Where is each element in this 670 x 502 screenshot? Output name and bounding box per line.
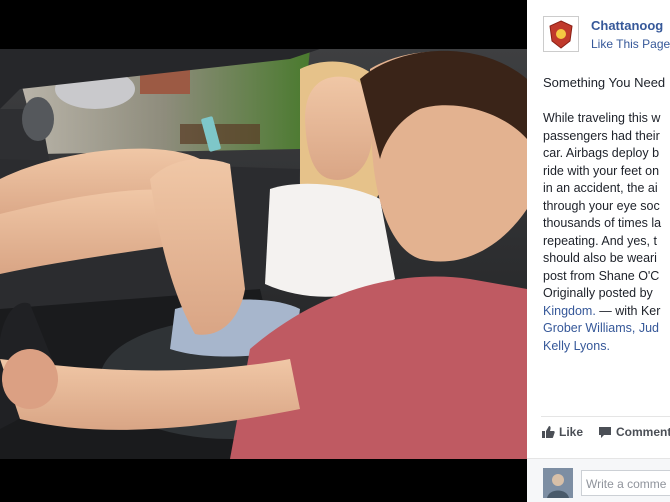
photo-viewer <box>0 0 527 502</box>
post-line: post from Shane O'C <box>543 268 660 283</box>
avatar[interactable] <box>543 468 573 498</box>
user-photo-icon <box>543 468 573 498</box>
post-line: in an accident, the ai <box>543 181 658 195</box>
kingdom-link[interactable]: Kingdom. <box>543 304 596 318</box>
post-actions: Like Comment <box>541 425 670 445</box>
post-line: through your eye soc <box>543 198 660 213</box>
tagged-people-link[interactable]: Grober Williams, Jud <box>543 320 670 338</box>
like-button[interactable]: Like <box>541 425 583 439</box>
post-line: Kingdom. — with Ker <box>543 303 670 321</box>
post-line: repeating. And yes, t <box>543 233 657 248</box>
comment-button[interactable]: Comment <box>598 425 670 439</box>
divider <box>541 416 670 417</box>
with-label: — with Ker <box>599 303 661 318</box>
post-line: passengers had their <box>543 128 660 143</box>
comment-icon <box>599 427 611 438</box>
comment-label: Comment <box>616 425 670 439</box>
comment-composer: Write a comme <box>527 458 670 502</box>
post-title: Something You Need <box>543 75 666 90</box>
like-label: Like <box>559 425 584 439</box>
like-page-link[interactable]: Like This Page <box>591 37 670 51</box>
car-photo-illustration <box>0 49 527 459</box>
post-text: While traveling this w passengers had th… <box>543 110 670 355</box>
post-line: should also be weari <box>543 251 657 265</box>
post-line: Originally posted by <box>543 286 653 300</box>
thumbs-up-icon <box>542 426 555 438</box>
post-line: car. Airbags deploy b <box>543 146 660 160</box>
page-name-link[interactable]: Chattanoog <box>591 18 663 33</box>
post-sidebar: Chattanoog Like This Page Something You … <box>527 0 670 502</box>
post-line: While traveling this w <box>543 111 661 125</box>
post-photo[interactable] <box>0 49 527 459</box>
comment-input[interactable]: Write a comme <box>581 470 670 496</box>
page-header: Chattanoog Like This Page <box>543 16 670 56</box>
page-logo[interactable] <box>543 16 579 52</box>
tagged-person-link[interactable]: Kelly Lyons. <box>543 338 670 356</box>
police-badge-icon <box>549 20 573 49</box>
post-line: ride with your feet on <box>543 163 660 178</box>
post-line: thousands of times la <box>543 216 662 230</box>
